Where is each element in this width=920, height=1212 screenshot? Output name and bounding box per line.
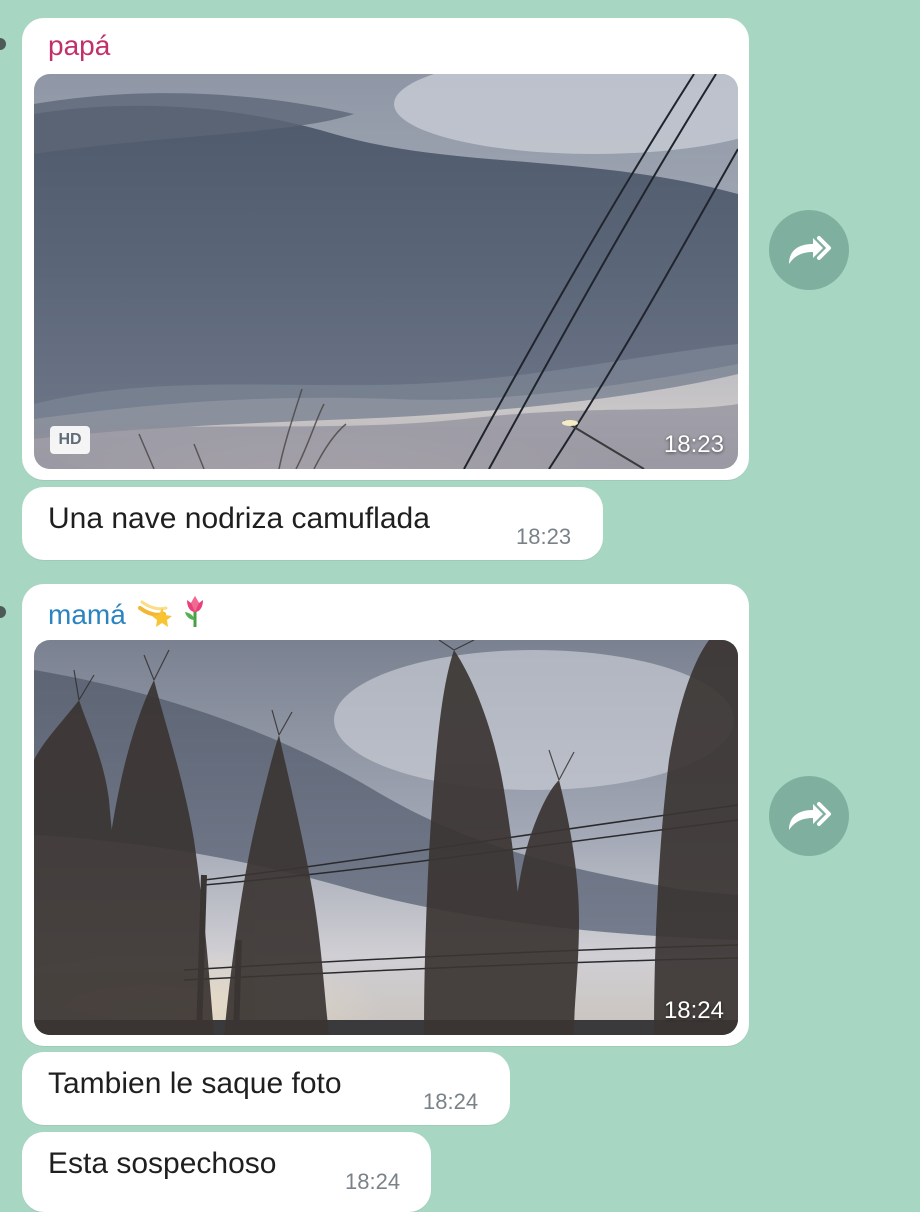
message-text[interactable]: Esta sospechoso bbox=[48, 1146, 276, 1182]
shooting-star-icon bbox=[137, 598, 172, 635]
message-bubble-text[interactable]: Tambien le saque foto 18:24 bbox=[22, 1052, 510, 1125]
sky-photo-image bbox=[34, 74, 738, 469]
sender-name-row: mamá bbox=[48, 594, 207, 635]
message-timestamp: 18:23 bbox=[516, 524, 572, 549]
forward-button[interactable] bbox=[769, 210, 849, 290]
message-text[interactable]: Una nave nodriza camuflada bbox=[48, 501, 430, 537]
hd-badge: HD bbox=[50, 426, 90, 454]
message-timestamp: 18:24 bbox=[345, 1169, 401, 1194]
forward-button[interactable] bbox=[769, 776, 849, 856]
tulip-icon bbox=[183, 594, 207, 635]
message-bubble-photo[interactable]: papá HD 18:23 bbox=[22, 18, 749, 480]
photo-sky-clouds[interactable]: HD 18:23 bbox=[34, 74, 738, 469]
avatar-edge[interactable] bbox=[0, 38, 6, 50]
trees-photo-image bbox=[34, 640, 738, 1035]
photo-timestamp: 18:23 bbox=[663, 431, 724, 458]
message-timestamp: 18:24 bbox=[423, 1089, 479, 1114]
photo-trees-clouds[interactable]: 18:24 bbox=[34, 640, 738, 1035]
message-bubble-text[interactable]: Una nave nodriza camuflada 18:23 bbox=[22, 487, 603, 560]
sender-name[interactable]: mamá bbox=[48, 599, 126, 630]
share-forward-icon bbox=[789, 236, 831, 264]
photo-timestamp: 18:24 bbox=[663, 997, 724, 1024]
share-forward-icon bbox=[789, 802, 831, 830]
sender-name[interactable]: papá bbox=[48, 30, 110, 62]
chat-history[interactable]: papá HD 18:23 Una nave nodriza camuflada… bbox=[0, 0, 920, 1212]
message-bubble-photo[interactable]: mamá 18:24 bbox=[22, 584, 749, 1046]
avatar-edge[interactable] bbox=[0, 606, 6, 618]
message-bubble-text[interactable]: Esta sospechoso 18:24 bbox=[22, 1132, 431, 1212]
message-text[interactable]: Tambien le saque foto bbox=[48, 1066, 342, 1102]
